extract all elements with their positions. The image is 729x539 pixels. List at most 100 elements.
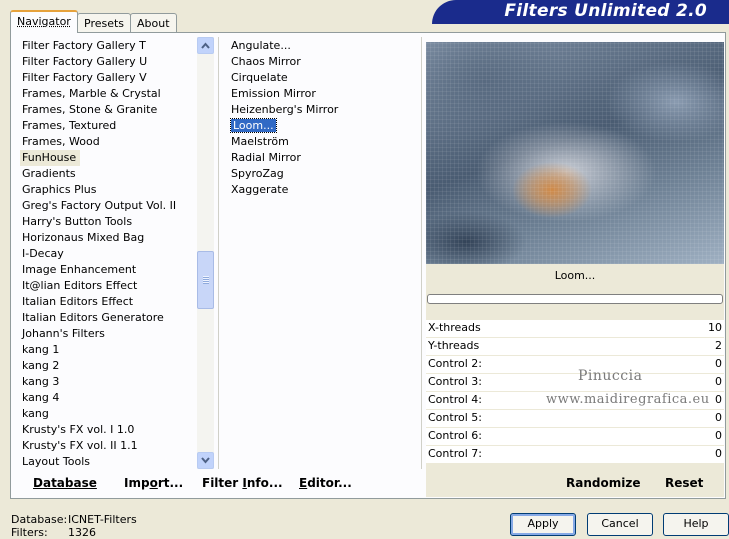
watermark-url: www.maidiregrafica.eu [546, 392, 710, 407]
control-value: 0 [715, 447, 722, 460]
category-item[interactable]: Frames, Wood [20, 134, 200, 150]
control-label: Control 7: [428, 447, 482, 460]
chevron-up-icon [201, 42, 210, 49]
control-row[interactable]: Control 5: 0 [426, 410, 724, 428]
category-item[interactable]: Image Enhancement [20, 262, 200, 278]
filter-item[interactable]: Chaos Mirror [229, 54, 409, 70]
control-row[interactable]: Control 3: 0 [426, 374, 724, 392]
filter-item[interactable]: Maelström [229, 134, 409, 150]
help-button[interactable]: Help [663, 513, 729, 536]
category-item[interactable]: Filter Factory Gallery V [20, 70, 200, 86]
category-item[interactable]: Horizonaus Mixed Bag [20, 230, 200, 246]
filter-item[interactable]: SpyroZag [229, 166, 409, 182]
database-button[interactable]: Database [33, 475, 97, 491]
scroll-thumb[interactable] [197, 251, 214, 309]
tab-navigator[interactable]: Navigator [10, 10, 78, 33]
control-value: 10 [708, 321, 722, 334]
category-item[interactable]: kang 4 [20, 390, 200, 406]
app-title: Filters Unlimited 2.0 [504, 1, 707, 21]
category-item[interactable]: Krusty's FX vol. II 1.1 [20, 438, 200, 454]
category-item[interactable]: kang 3 [20, 374, 200, 390]
category-list[interactable]: Filter Factory Gallery T Filter Factory G… [20, 38, 200, 470]
control-row[interactable]: X-threads 10 [426, 320, 724, 338]
filter-item[interactable]: Emission Mirror [229, 86, 409, 102]
control-value: 0 [715, 357, 722, 370]
editor-button[interactable]: Editor... [299, 475, 352, 491]
editor-button-label: ditor... [307, 476, 352, 490]
tab-presets[interactable]: Presets [77, 13, 132, 32]
category-item[interactable]: kang [20, 406, 200, 422]
category-item[interactable]: Krusty's FX vol. I 1.0 [20, 422, 200, 438]
database-label: Database: [11, 513, 68, 526]
category-item[interactable]: Graphics Plus [20, 182, 200, 198]
category-item[interactable]: Layout Tools [20, 454, 200, 470]
control-row[interactable]: Control 7: 0 [426, 446, 724, 464]
category-item[interactable]: I-Decay [20, 246, 200, 262]
filter-item[interactable]: Heizenberg's Mirror [229, 102, 409, 118]
control-label: Control 6: [428, 429, 482, 442]
reset-button[interactable]: Reset [665, 475, 703, 491]
cancel-button[interactable]: Cancel [587, 513, 653, 536]
control-row[interactable]: Control 2: 0 [426, 356, 724, 374]
filter-settings-panel: Loom... X-threads 10 Y-threads 2 Control 2: 0… [426, 264, 724, 497]
control-value: 0 [715, 375, 722, 388]
category-item[interactable]: It@lian Editors Effect [20, 278, 200, 294]
randomize-button[interactable]: Randomize [566, 475, 640, 491]
category-scrollbar[interactable] [197, 37, 214, 469]
apply-button[interactable]: Apply [510, 513, 576, 536]
category-item[interactable]: kang 2 [20, 358, 200, 374]
filter-item[interactable]: Radial Mirror [229, 150, 409, 166]
category-item[interactable]: Italian Editors Effect [20, 294, 200, 310]
category-item[interactable]: kang 1 [20, 342, 200, 358]
control-value: 0 [715, 429, 722, 442]
tab-presets-label: Presets [84, 17, 125, 30]
control-value: 0 [715, 393, 722, 406]
tab-about-label: About [137, 17, 170, 30]
category-item[interactable]: Gradients [20, 166, 200, 182]
scroll-down-button[interactable] [197, 452, 214, 469]
filter-list[interactable]: Angulate... Chaos Mirror Cirquelate Emissio… [229, 38, 409, 198]
filter-item[interactable]: Angulate... [229, 38, 409, 54]
app-title-banner: Filters Unlimited 2.0 [432, 0, 729, 24]
chevron-down-icon [201, 457, 210, 464]
tab-about[interactable]: About [130, 13, 177, 32]
category-item[interactable]: Johann's Filters [20, 326, 200, 342]
category-item[interactable]: Harry's Button Tools [20, 214, 200, 230]
database-value: ICNET-Filters [68, 513, 137, 526]
filter-item[interactable]: Cirquelate [229, 70, 409, 86]
import-button[interactable]: Import... [124, 475, 183, 491]
filter-item[interactable]: Loom... [229, 118, 409, 134]
progress-bar [427, 294, 723, 304]
category-item[interactable]: Frames, Stone & Granite [20, 102, 200, 118]
filter-item[interactable]: Xaggerate [229, 182, 409, 198]
filters-count-value: 1326 [68, 526, 96, 539]
database-button-hotkey: D [33, 476, 43, 490]
tab-navigator-label: Navigator [17, 15, 71, 28]
control-value: 2 [715, 339, 722, 352]
category-item[interactable]: Frames, Textured [20, 118, 200, 134]
navigator-panel: Filter Factory Gallery T Filter Factory G… [10, 32, 726, 499]
import-button-label-pre: Imp [124, 476, 150, 490]
category-item[interactable]: FunHouse [20, 150, 81, 166]
filter-info-label: nfo... [246, 476, 283, 490]
filters-count-label: Filters: [11, 526, 48, 539]
preview-filter-name: Loom... [554, 269, 596, 282]
category-item[interactable]: Greg's Factory Output Vol. II [20, 198, 200, 214]
control-row[interactable]: Control 6: 0 [426, 428, 724, 446]
category-item[interactable]: Filter Factory Gallery T [20, 38, 200, 54]
filter-info-button[interactable]: Filter Info... [202, 475, 283, 491]
import-button-hotkey: o [149, 476, 158, 490]
category-item[interactable]: Italian Editors Generatore [20, 310, 200, 326]
control-label: Control 3: [428, 375, 482, 388]
database-button-label: atabase [42, 476, 97, 490]
category-item[interactable]: Filter Factory Gallery U [20, 54, 200, 70]
scroll-up-button[interactable] [197, 37, 214, 54]
filter-preview-image [426, 42, 724, 264]
control-row[interactable]: Y-threads 2 [426, 338, 724, 356]
watermark-name: Pinuccia [578, 368, 643, 384]
control-value: 0 [715, 411, 722, 424]
filter-item-label: Loom... [230, 118, 277, 133]
category-item[interactable]: Frames, Marble & Crystal [20, 86, 200, 102]
control-label: Y-threads [428, 339, 480, 352]
control-label: X-threads [428, 321, 481, 334]
